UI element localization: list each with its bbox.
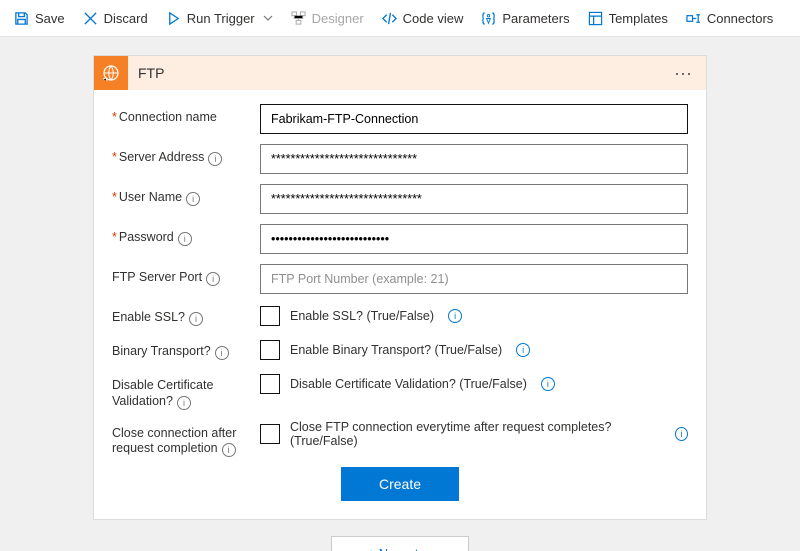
info-icon[interactable]: i <box>215 346 229 360</box>
info-icon[interactable]: i <box>516 343 530 357</box>
label-user-name: *User Namei <box>112 184 260 206</box>
params-label: Parameters <box>502 11 569 26</box>
binary-transport-checkbox[interactable] <box>260 340 280 360</box>
new-step-button[interactable]: + New step <box>331 536 469 551</box>
info-icon[interactable]: i <box>675 427 688 441</box>
designer-label: Designer <box>312 11 364 26</box>
create-button[interactable]: Create <box>341 467 459 501</box>
info-icon[interactable]: i <box>208 152 222 166</box>
enable-ssl-checkbox[interactable] <box>260 306 280 326</box>
ftp-icon <box>94 56 128 90</box>
card-title: FTP <box>128 65 660 81</box>
run-trigger-button[interactable]: Run Trigger <box>158 7 281 30</box>
chevron-down-icon <box>263 13 273 23</box>
info-icon[interactable]: i <box>186 192 200 206</box>
connectors-icon <box>686 11 701 26</box>
enable-ssl-option: Enable SSL? (True/False) <box>290 309 434 323</box>
connection-name-input[interactable] <box>260 104 688 134</box>
user-name-input[interactable] <box>260 184 688 214</box>
info-icon[interactable]: i <box>206 272 220 286</box>
save-label: Save <box>35 11 65 26</box>
save-button[interactable]: Save <box>6 7 73 30</box>
run-label: Run Trigger <box>187 11 255 26</box>
card-menu-button[interactable]: ··· <box>660 64 706 82</box>
ftp-card: FTP ··· *Connection name *Server Address… <box>93 55 707 520</box>
designer-canvas: FTP ··· *Connection name *Server Address… <box>0 37 800 551</box>
plus-icon: + <box>367 546 375 551</box>
toolbar: Save Discard Run Trigger Designer Code v… <box>0 0 800 37</box>
connectors-button[interactable]: Connectors <box>678 7 781 30</box>
label-port: FTP Server Porti <box>112 264 260 286</box>
info-icon[interactable]: i <box>448 309 462 323</box>
password-input[interactable] <box>260 224 688 254</box>
label-binary-transport: Binary Transport?i <box>112 338 260 360</box>
info-icon[interactable]: i <box>177 396 191 410</box>
discard-button[interactable]: Discard <box>75 7 156 30</box>
close-conn-option: Close FTP connection everytime after req… <box>290 420 661 448</box>
label-password: *Passwordi <box>112 224 260 246</box>
connectors-label: Connectors <box>707 11 773 26</box>
label-server-address: *Server Addressi <box>112 144 260 166</box>
close-conn-checkbox[interactable] <box>260 424 280 444</box>
disable-cert-checkbox[interactable] <box>260 374 280 394</box>
info-icon[interactable]: i <box>222 443 236 457</box>
label-enable-ssl: Enable SSL?i <box>112 304 260 326</box>
label-disable-cert: Disable Certificate Validation?i <box>112 372 260 410</box>
parameters-icon <box>481 11 496 26</box>
discard-label: Discard <box>104 11 148 26</box>
label-close-conn: Close connection after request completio… <box>112 420 260 458</box>
play-icon <box>166 11 181 26</box>
info-icon[interactable]: i <box>189 312 203 326</box>
templates-label: Templates <box>609 11 668 26</box>
info-icon[interactable]: i <box>541 377 555 391</box>
code-icon <box>382 11 397 26</box>
card-header[interactable]: FTP ··· <box>94 56 706 90</box>
discard-icon <box>83 11 98 26</box>
card-body: *Connection name *Server Addressi *User … <box>94 90 706 519</box>
code-label: Code view <box>403 11 464 26</box>
disable-cert-option: Disable Certificate Validation? (True/Fa… <box>290 377 527 391</box>
binary-transport-option: Enable Binary Transport? (True/False) <box>290 343 502 357</box>
designer-icon <box>291 11 306 26</box>
server-address-input[interactable] <box>260 144 688 174</box>
designer-button: Designer <box>283 7 372 30</box>
label-connection-name: *Connection name <box>112 104 260 126</box>
templates-icon <box>588 11 603 26</box>
code-view-button[interactable]: Code view <box>374 7 472 30</box>
new-step-label: New step <box>379 546 433 551</box>
parameters-button[interactable]: Parameters <box>473 7 577 30</box>
save-icon <box>14 11 29 26</box>
templates-button[interactable]: Templates <box>580 7 676 30</box>
port-input[interactable] <box>260 264 688 294</box>
info-icon[interactable]: i <box>178 232 192 246</box>
